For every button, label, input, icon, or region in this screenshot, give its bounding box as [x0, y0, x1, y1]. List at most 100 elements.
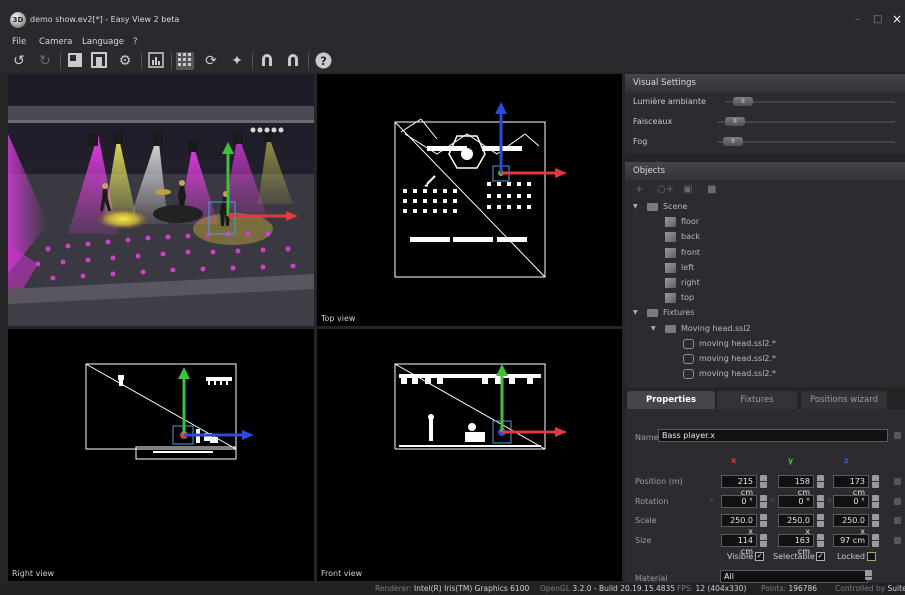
rotate-icon[interactable]: ⟳	[202, 52, 220, 70]
tree-item-right[interactable]: right	[625, 276, 905, 291]
right-view-viewport[interactable]: Right view	[8, 329, 314, 581]
tree-item-top[interactable]: top	[625, 291, 905, 306]
magnet-2-icon[interactable]	[284, 52, 302, 70]
settings-gear-icon[interactable]: ⚙	[116, 52, 134, 70]
name-reset-icon[interactable]	[894, 432, 901, 439]
menu-language[interactable]: Language	[82, 37, 124, 47]
visible-checkbox[interactable]: ✓	[755, 552, 764, 561]
cube-icon	[665, 293, 676, 304]
tree-item-front[interactable]: front	[625, 246, 905, 261]
fog-slider[interactable]	[717, 141, 895, 143]
rotation-x-field[interactable]: 0 °	[721, 494, 757, 508]
position-m-y-spinner[interactable]	[817, 475, 824, 488]
size-y-field[interactable]: 163 cm	[778, 533, 814, 556]
fullscreen-icon[interactable]	[66, 52, 84, 70]
size-z-spinner[interactable]	[872, 533, 879, 547]
size-y-spinner[interactable]	[817, 533, 824, 547]
position-m-z-field[interactable]: 173 cm	[833, 475, 869, 497]
expand-arrow-icon[interactable]: ▼	[633, 203, 638, 210]
help-icon[interactable]: ?	[314, 52, 332, 70]
beams-knob[interactable]: II	[725, 117, 745, 126]
rotation-y-field[interactable]: 0 °	[778, 494, 814, 508]
front-view-viewport[interactable]: Front view	[317, 329, 622, 581]
expand-arrow-icon[interactable]: ▼	[633, 309, 638, 316]
size-reset-icon[interactable]	[894, 536, 901, 544]
tree-item-label: moving head.ssl2.*	[699, 338, 777, 348]
size-z-field[interactable]: 97 cm	[833, 533, 869, 547]
locked-label: Locked	[837, 552, 865, 561]
tree-item-moving-head-ssl2[interactable]: moving head.ssl2.*	[625, 352, 905, 367]
position-m-x-spinner[interactable]	[760, 475, 767, 488]
toolbar-separator	[171, 53, 172, 69]
rotation-reset-icon[interactable]	[894, 497, 901, 505]
move-icon[interactable]: ✦	[228, 52, 246, 70]
magnet-icon[interactable]	[258, 52, 276, 70]
chart-icon[interactable]	[147, 52, 165, 70]
perspective-viewport[interactable]	[8, 74, 314, 326]
menu-file[interactable]: File	[12, 37, 26, 47]
tree-item-scene[interactable]: ▼ Scene	[625, 200, 905, 215]
tree-item-moving-head-ssl2[interactable]: moving head.ssl2.*	[625, 337, 905, 352]
tree-item-moving-head-ssl2[interactable]: ▼ Moving head.ssl2	[625, 322, 905, 337]
menu-bar: File Camera Language ?	[0, 36, 905, 50]
minimize-icon[interactable]: –	[855, 14, 860, 25]
fog-knob[interactable]: II	[723, 137, 743, 146]
ambient-light-knob[interactable]: II	[733, 97, 753, 106]
size-x-spinner[interactable]	[760, 533, 767, 547]
ambient-light-setting: Lumière ambiante II	[625, 92, 905, 112]
scale-x-spinner[interactable]	[760, 514, 767, 527]
undo-icon[interactable]: ↺	[10, 52, 28, 70]
maximize-icon[interactable]: □	[873, 14, 882, 25]
tree-item-label: left	[681, 262, 694, 272]
rotation-z-spinner[interactable]	[872, 494, 879, 508]
material-dropdown-icon[interactable]	[865, 570, 872, 580]
tab-properties[interactable]: Properties	[627, 391, 715, 409]
selectable-checkbox[interactable]: ✓	[816, 552, 825, 561]
scale-x-field[interactable]: 250.0 x	[721, 514, 757, 536]
material-select[interactable]: All	[720, 570, 868, 583]
redo-icon[interactable]: ↻	[36, 52, 54, 70]
tree-item-floor[interactable]: floor	[625, 215, 905, 230]
folder-icon	[647, 203, 658, 211]
tree-item-back[interactable]: back	[625, 230, 905, 245]
scale-z-spinner[interactable]	[872, 514, 879, 527]
setting-label: Fog	[633, 137, 648, 146]
toolbar: ↺ ↻ ⚙ ⟳ ✦ ?	[0, 50, 905, 72]
visual-settings-panel: Visual Settings Lumière ambiante II Fais…	[625, 74, 905, 154]
position-m-z-spinner[interactable]	[872, 475, 879, 488]
position-m-x-field[interactable]: 215 cm	[721, 475, 757, 497]
expand-arrow-icon[interactable]: ▼	[651, 325, 656, 332]
scale-y-spinner[interactable]	[817, 514, 824, 527]
scale-z-field[interactable]: 250.0 x	[833, 514, 869, 536]
name-field[interactable]: Bass player.x	[658, 429, 888, 442]
reset-rotation-icon[interactable]: ↻	[770, 497, 776, 505]
top-view-viewport[interactable]: Top view	[317, 74, 622, 326]
close-icon[interactable]: ×	[892, 12, 902, 26]
rotation-y-spinner[interactable]	[817, 494, 824, 508]
scale-y-field[interactable]: 250.0 x	[778, 514, 814, 536]
locked-checkbox[interactable]	[867, 552, 876, 561]
grid-icon[interactable]	[176, 52, 194, 70]
position-m-y-field[interactable]: 158 cm	[778, 475, 814, 497]
scale-reset-icon[interactable]	[894, 517, 901, 524]
tree-item-moving-head-ssl2[interactable]: moving head.ssl2.*	[625, 367, 905, 382]
position-m-reset-icon[interactable]	[894, 478, 901, 485]
add-fixture-icon[interactable]: ○+	[657, 184, 674, 195]
tab-fixtures[interactable]: Fixtures	[717, 391, 797, 409]
tree-item-left[interactable]: left	[625, 261, 905, 276]
menu-camera[interactable]: Camera	[39, 37, 72, 47]
add-icon[interactable]: +	[635, 184, 643, 195]
rotation-x-spinner[interactable]	[760, 494, 767, 508]
size-x-field[interactable]: 114 cm	[721, 533, 757, 556]
tab-positions-wizard[interactable]: Positions wizard	[801, 391, 887, 409]
rotation-z-field[interactable]: 0 °	[833, 494, 869, 508]
tree-item-fixtures[interactable]: ▼ Fixtures	[625, 306, 905, 321]
menu-help[interactable]: ?	[133, 37, 138, 47]
rotation-link-icon[interactable]: ✎	[709, 497, 715, 505]
folder-add-icon[interactable]: ▣	[683, 184, 692, 195]
delete-icon[interactable]: ■	[707, 184, 716, 195]
material-label: Material	[635, 574, 668, 583]
renderer-status: Renderer: Intel(R) Iris(TM) Graphics 610…	[375, 584, 530, 593]
reset-rotation-icon[interactable]: ↻	[827, 497, 833, 505]
layout-icon[interactable]	[90, 52, 108, 70]
